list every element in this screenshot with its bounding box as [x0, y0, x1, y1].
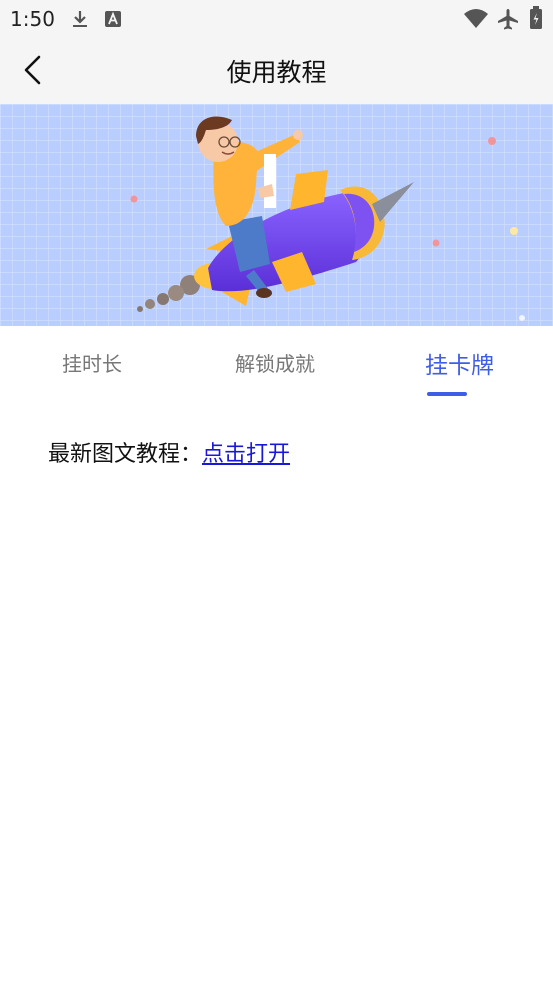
- page-title: 使用教程: [226, 58, 327, 87]
- tab-bar: 挂时长 解锁成就 挂卡牌: [0, 326, 553, 400]
- a-square-icon: [105, 11, 121, 27]
- download-icon: [73, 11, 87, 27]
- open-tutorial-link[interactable]: 点击打开: [202, 442, 290, 467]
- tab-unlock-achievements[interactable]: 解锁成就: [235, 348, 315, 377]
- wifi-icon: [464, 9, 488, 28]
- tab-indicator: [427, 392, 467, 396]
- tutorial-prefix-text: 最新图文教程：: [48, 442, 203, 467]
- banner-image: [0, 104, 553, 326]
- airplane-icon: [498, 9, 518, 30]
- tab-hang-duration[interactable]: 挂时长: [62, 348, 122, 377]
- status-bar: 1:50: [0, 0, 553, 38]
- battery-icon: [530, 6, 542, 29]
- tutorial-content: 最新图文教程：点击打开: [48, 436, 290, 468]
- tab-hang-cards[interactable]: 挂卡牌: [425, 346, 494, 380]
- status-time: 1:50: [10, 7, 55, 31]
- app-bar: 使用教程: [0, 38, 553, 104]
